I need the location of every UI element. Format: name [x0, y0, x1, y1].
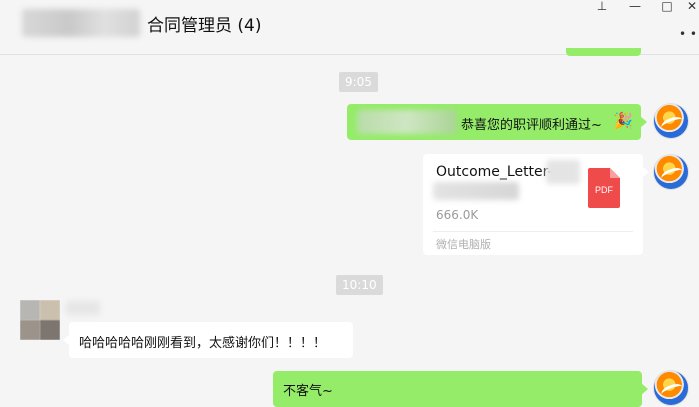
- blurred-contact-name: [22, 9, 140, 37]
- more-options-icon[interactable]: • •: [679, 27, 697, 41]
- minimize-button[interactable]: —: [625, 0, 645, 14]
- pin-icon[interactable]: ⊥: [592, 0, 612, 14]
- blurred-filename-part: [546, 160, 580, 184]
- pdf-file-icon: PDF: [588, 168, 620, 208]
- reply-text: 哈哈哈哈哈刚刚看到，太感谢你们！！！！: [79, 336, 327, 351]
- self-avatar[interactable]: [653, 154, 689, 190]
- last-message-bubble[interactable]: 不客气~: [273, 371, 648, 407]
- previous-message-bubble: [566, 48, 641, 56]
- blurred-filename-line: [433, 182, 519, 200]
- self-avatar[interactable]: [653, 103, 689, 139]
- maximize-button[interactable]: □: [657, 0, 677, 14]
- file-source-label: 微信电脑版: [436, 238, 491, 251]
- close-button[interactable]: ✕: [682, 0, 699, 14]
- chat-title: 合同管理员 (4): [147, 16, 262, 36]
- timestamp: 9:05: [339, 72, 378, 92]
- title-bar: 合同管理员 (4) ⊥ — □ ✕ • •: [0, 0, 699, 55]
- file-message-card[interactable]: Outcome_Letter- 666.0K PDF 微信电脑版: [423, 154, 649, 255]
- blurred-text: [357, 110, 457, 134]
- blurred-sender-name: [66, 301, 100, 315]
- last-message-text: 不客气~: [283, 384, 333, 399]
- reply-message-bubble[interactable]: 哈哈哈哈哈刚刚看到，太感谢你们！！！！: [63, 322, 353, 358]
- party-emoji-icon: 🎉: [613, 111, 633, 130]
- pdf-badge-label: PDF: [595, 185, 614, 195]
- divider: [433, 231, 633, 232]
- congrats-text: 恭喜您的职评顺利通过~: [461, 118, 602, 133]
- congrats-message-bubble[interactable]: 恭喜您的职评顺利通过~ 🎉: [347, 104, 647, 140]
- file-size: 666.0K: [436, 208, 479, 222]
- contact-avatar[interactable]: [20, 300, 60, 340]
- file-name: Outcome_Letter-: [436, 164, 553, 180]
- self-avatar[interactable]: [653, 370, 689, 406]
- timestamp: 10:10: [336, 275, 383, 295]
